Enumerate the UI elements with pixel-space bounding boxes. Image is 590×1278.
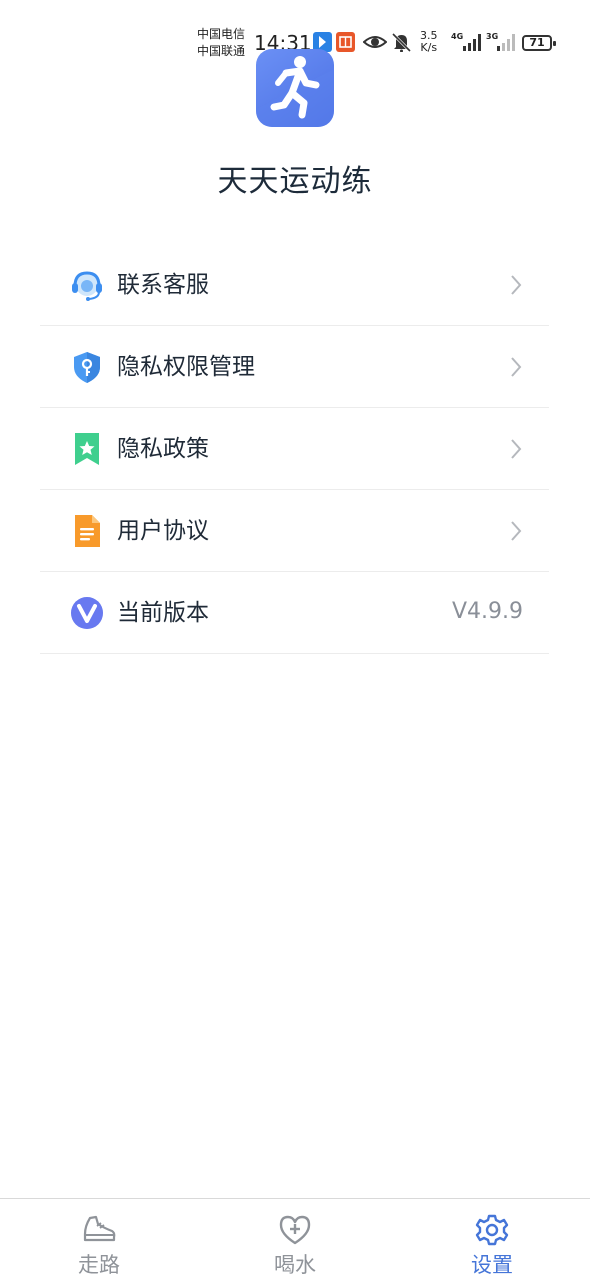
network-speed: 3.5 K/s xyxy=(420,30,438,54)
tab-drink-water[interactable]: 喝水 xyxy=(235,1199,355,1278)
menu-item-current-version[interactable]: 当前版本 V4.9.9 xyxy=(40,572,549,654)
menu-item-customer-service[interactable]: 联系客服 xyxy=(40,244,549,326)
signal-strength-1-icon xyxy=(463,34,481,51)
tab-settings[interactable]: 设置 xyxy=(432,1199,552,1278)
chevron-right-icon xyxy=(511,521,522,541)
chevron-right-icon xyxy=(511,275,522,295)
gear-icon xyxy=(475,1214,509,1246)
chevron-right-icon xyxy=(511,357,522,377)
bottom-nav: 走路 喝水 设置 xyxy=(0,1198,590,1278)
menu-item-privacy-policy[interactable]: 隐私政策 xyxy=(40,408,549,490)
heart-plus-icon xyxy=(279,1215,311,1245)
signal-strength-2-icon xyxy=(497,34,515,51)
menu-item-label: 当前版本 xyxy=(117,600,209,626)
chevron-right-icon xyxy=(511,439,522,459)
tab-label: 走路 xyxy=(78,1253,120,1277)
tab-label: 设置 xyxy=(471,1253,513,1277)
net-speed-unit: K/s xyxy=(420,41,438,54)
carrier-2: 中国联通 xyxy=(197,44,246,58)
menu-item-label: 用户协议 xyxy=(117,518,209,544)
carrier-labels: 中国电信 中国联通 xyxy=(197,26,245,60)
mute-bell-icon xyxy=(391,32,412,52)
app-logo xyxy=(256,49,334,127)
headset-icon xyxy=(72,271,102,301)
runner-icon xyxy=(256,56,334,127)
carrier-1: 中国电信 xyxy=(197,27,246,41)
shield-key-icon xyxy=(74,352,100,383)
version-v-icon xyxy=(71,597,103,629)
tab-label: 喝水 xyxy=(274,1253,316,1277)
menu-item-privacy-permissions[interactable]: 隐私权限管理 xyxy=(40,326,549,408)
eye-icon xyxy=(363,36,387,48)
version-value: V4.9.9 xyxy=(451,599,523,624)
menu-item-label: 联系客服 xyxy=(117,272,209,298)
notification-app-icon-2 xyxy=(336,32,355,52)
settings-menu: 联系客服 隐私权限管理 隐私政策 用户协议 当前版本 V4.9.9 xyxy=(40,244,549,654)
menu-item-user-agreement[interactable]: 用户协议 xyxy=(40,490,549,572)
battery-indicator: 71 xyxy=(522,35,556,51)
app-title: 天天运动练 xyxy=(217,164,373,199)
bookmark-star-icon xyxy=(75,433,99,465)
shoe-icon xyxy=(83,1215,116,1242)
menu-item-label: 隐私政策 xyxy=(117,436,209,462)
tab-walk[interactable]: 走路 xyxy=(39,1199,159,1278)
document-icon xyxy=(75,515,100,547)
menu-item-label: 隐私权限管理 xyxy=(117,354,255,380)
